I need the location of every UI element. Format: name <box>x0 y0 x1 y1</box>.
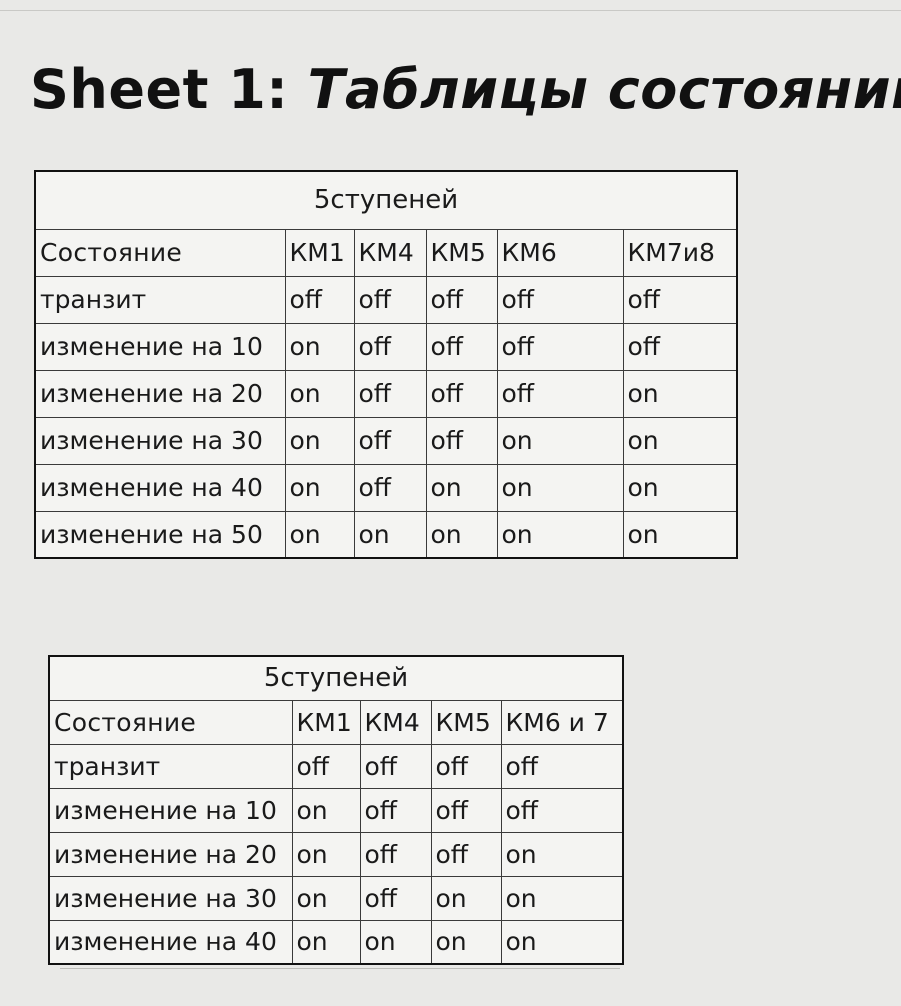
state-table-km7-8: 5ступеней Состояние КМ1 КМ4 КМ5 КМ6 КМ7и… <box>34 170 739 559</box>
value-cell[interactable]: off <box>496 369 624 418</box>
value-cell[interactable]: off <box>353 463 427 512</box>
header-cell-km4[interactable]: КМ4 <box>353 228 427 277</box>
state-cell[interactable]: изменение на 20 <box>48 831 293 877</box>
header-cell-km5[interactable]: КМ5 <box>425 228 498 277</box>
value-cell[interactable]: off <box>622 322 738 371</box>
header-cell-km4[interactable]: КМ4 <box>359 699 432 745</box>
table-caption-row: 5ступеней <box>34 170 738 230</box>
state-cell[interactable]: транзит <box>34 275 286 324</box>
table-row: изменение на 40 on on on on <box>48 919 624 965</box>
state-cell[interactable]: транзит <box>48 743 293 789</box>
value-cell[interactable]: off <box>284 275 355 324</box>
value-cell[interactable]: on <box>430 919 502 965</box>
table-header-row: Состояние КМ1 КМ4 КМ5 КМ6 КМ7и8 <box>34 228 738 277</box>
table-row: изменение на 40 on off on on on <box>34 463 738 512</box>
value-cell[interactable]: off <box>500 743 624 789</box>
table-row: транзит off off off off <box>48 743 624 789</box>
value-cell[interactable]: on <box>291 919 361 965</box>
value-cell[interactable]: on <box>500 919 624 965</box>
table-row: изменение на 20 on off off on <box>48 831 624 877</box>
header-cell-km5[interactable]: КМ5 <box>430 699 502 745</box>
value-cell[interactable]: on <box>284 463 355 512</box>
value-cell[interactable]: off <box>359 875 432 921</box>
header-cell-km7-8[interactable]: КМ7и8 <box>622 228 738 277</box>
value-cell[interactable]: off <box>353 322 427 371</box>
value-cell[interactable]: off <box>359 787 432 833</box>
value-cell[interactable]: on <box>500 831 624 877</box>
state-cell[interactable]: изменение на 20 <box>34 369 286 418</box>
sheet-title: Sheet 1: Таблицы состояний <box>30 58 901 121</box>
header-cell-km6[interactable]: КМ6 <box>496 228 624 277</box>
top-divider <box>0 10 901 11</box>
table-row: изменение на 20 on off off off on <box>34 369 738 418</box>
value-cell[interactable]: off <box>359 831 432 877</box>
state-cell[interactable]: изменение на 40 <box>48 919 293 965</box>
value-cell[interactable]: on <box>622 416 738 465</box>
value-cell[interactable]: on <box>291 875 361 921</box>
value-cell[interactable]: on <box>425 463 498 512</box>
value-cell[interactable]: off <box>430 743 502 789</box>
state-cell[interactable]: изменение на 50 <box>34 510 286 559</box>
value-cell[interactable]: off <box>353 369 427 418</box>
state-table-km6-7: 5ступеней Состояние КМ1 КМ4 КМ5 КМ6 и 7 … <box>48 655 625 965</box>
value-cell[interactable]: on <box>291 787 361 833</box>
value-cell[interactable]: on <box>496 416 624 465</box>
value-cell[interactable]: off <box>496 275 624 324</box>
value-cell[interactable]: off <box>425 322 498 371</box>
value-cell[interactable]: on <box>430 875 502 921</box>
table-row: транзит off off off off off <box>34 275 738 324</box>
value-cell[interactable]: off <box>353 275 427 324</box>
value-cell[interactable]: off <box>425 275 498 324</box>
value-cell[interactable]: on <box>284 416 355 465</box>
header-cell-km1[interactable]: КМ1 <box>291 699 361 745</box>
value-cell[interactable]: on <box>359 919 432 965</box>
value-cell[interactable]: on <box>500 875 624 921</box>
value-cell[interactable]: on <box>622 369 738 418</box>
sheet-title-prefix: Sheet 1: <box>30 58 308 121</box>
sheet-title-text: Таблицы состояний <box>307 58 901 121</box>
value-cell[interactable]: on <box>496 510 624 559</box>
value-cell[interactable]: on <box>622 463 738 512</box>
value-cell[interactable]: off <box>291 743 361 789</box>
value-cell[interactable]: on <box>622 510 738 559</box>
value-cell[interactable]: off <box>430 831 502 877</box>
value-cell[interactable]: on <box>284 510 355 559</box>
table-caption[interactable]: 5ступеней <box>34 170 738 230</box>
table-row: изменение на 30 on off on on <box>48 875 624 921</box>
value-cell[interactable]: off <box>496 322 624 371</box>
state-cell[interactable]: изменение на 30 <box>34 416 286 465</box>
table-caption[interactable]: 5ступеней <box>48 655 624 701</box>
state-cell[interactable]: изменение на 10 <box>34 322 286 371</box>
header-cell-km6-7[interactable]: КМ6 и 7 <box>500 699 624 745</box>
value-cell[interactable]: off <box>425 369 498 418</box>
value-cell[interactable]: off <box>353 416 427 465</box>
header-cell-state[interactable]: Состояние <box>48 699 293 745</box>
table-caption-row: 5ступеней <box>48 655 624 701</box>
header-cell-km1[interactable]: КМ1 <box>284 228 355 277</box>
value-cell[interactable]: off <box>500 787 624 833</box>
value-cell[interactable]: off <box>622 275 738 324</box>
value-cell[interactable]: on <box>284 322 355 371</box>
table-row: изменение на 10 on off off off off <box>34 322 738 371</box>
value-cell[interactable]: off <box>430 787 502 833</box>
value-cell[interactable]: on <box>353 510 427 559</box>
value-cell[interactable]: on <box>291 831 361 877</box>
value-cell[interactable]: off <box>425 416 498 465</box>
value-cell[interactable]: off <box>359 743 432 789</box>
table-row: изменение на 10 on off off off <box>48 787 624 833</box>
state-cell[interactable]: изменение на 30 <box>48 875 293 921</box>
value-cell[interactable]: on <box>496 463 624 512</box>
value-cell[interactable]: on <box>284 369 355 418</box>
value-cell[interactable]: on <box>425 510 498 559</box>
table-row: изменение на 50 on on on on on <box>34 510 738 559</box>
table-header-row: Состояние КМ1 КМ4 КМ5 КМ6 и 7 <box>48 699 624 745</box>
state-cell[interactable]: изменение на 40 <box>34 463 286 512</box>
bottom-divider <box>60 968 620 969</box>
header-cell-state[interactable]: Состояние <box>34 228 286 277</box>
table-row: изменение на 30 on off off on on <box>34 416 738 465</box>
state-cell[interactable]: изменение на 10 <box>48 787 293 833</box>
